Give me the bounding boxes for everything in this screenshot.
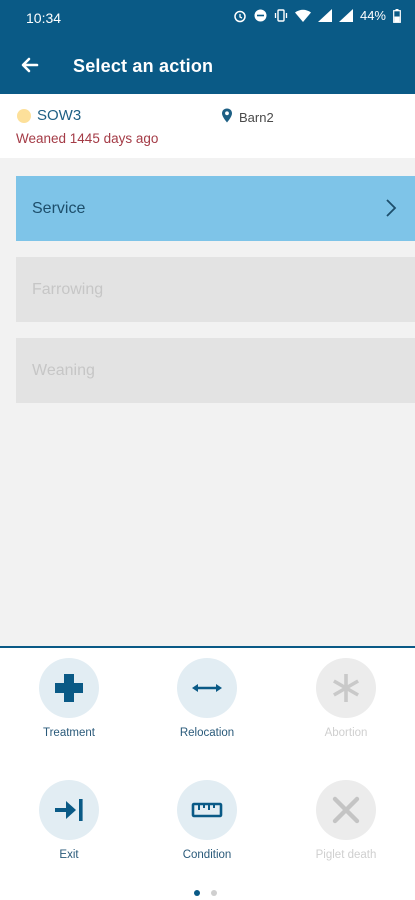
barn-location: Barn2 (239, 110, 274, 125)
arrows-horizontal-icon (192, 684, 222, 692)
ruler-icon (191, 802, 223, 818)
exit-label: Exit (59, 849, 79, 861)
vibrate-icon (274, 9, 288, 22)
weaned-text: Weaned 1445 days ago (16, 131, 159, 146)
action-farrowing-label: Farrowing (32, 280, 104, 298)
action-service[interactable]: Service (16, 176, 415, 241)
abortion-label: Abortion (324, 727, 368, 739)
plus-icon (55, 674, 83, 702)
relocation-label: Relocation (179, 727, 235, 739)
page-dot-active[interactable] (194, 890, 200, 896)
quick-action-treatment[interactable]: Treatment (9, 658, 129, 739)
signal-icon (338, 9, 353, 22)
piglet-death-label: Piglet death (315, 849, 377, 861)
quick-action-exit[interactable]: Exit (9, 780, 129, 861)
action-weaning: Weaning (16, 338, 415, 403)
wifi-icon (294, 9, 311, 22)
action-farrowing: Farrowing (16, 257, 415, 322)
page-indicator (194, 890, 217, 896)
exit-arrow-icon (55, 799, 83, 821)
condition-label: Condition (182, 849, 232, 861)
quick-action-condition[interactable]: Condition (147, 780, 267, 861)
condition-button[interactable] (177, 780, 237, 840)
quick-actions-panel: Treatment Relocation Abortion Exit Condi… (0, 646, 415, 900)
page-title: Select an action (73, 56, 214, 76)
location-pin-icon (222, 108, 232, 123)
status-icons: 44% (233, 8, 401, 23)
exit-button[interactable] (39, 780, 99, 840)
alarm-icon (234, 10, 246, 22)
animal-info-card: SOW3 Weaned 1445 days ago Barn2 (0, 94, 415, 158)
battery-icon (393, 8, 401, 23)
treatment-label: Treatment (43, 727, 95, 739)
back-arrow-icon[interactable] (16, 51, 44, 79)
app-bar: Select an action (0, 36, 415, 94)
relocation-button[interactable] (177, 658, 237, 718)
do-not-disturb-icon (254, 9, 267, 22)
signal-icon (317, 9, 332, 22)
battery-percent: 44% (359, 8, 386, 23)
page-dot-inactive[interactable] (211, 890, 217, 896)
status-time: 10:34 (26, 10, 62, 26)
status-bar: 10:34 44% (0, 0, 415, 36)
sow-status-dot (17, 109, 31, 123)
quick-action-abortion: Abortion (286, 658, 406, 739)
action-weaning-label: Weaning (32, 361, 95, 379)
x-icon (332, 796, 360, 824)
piglet-death-button (316, 780, 376, 840)
treatment-button[interactable] (39, 658, 99, 718)
quick-action-relocation[interactable]: Relocation (147, 658, 267, 739)
abortion-button (316, 658, 376, 718)
sow-name: SOW3 (37, 107, 82, 124)
action-service-label: Service (32, 199, 86, 217)
asterisk-icon (332, 674, 360, 702)
chevron-right-icon (386, 199, 397, 217)
quick-action-piglet-death: Piglet death (286, 780, 406, 861)
